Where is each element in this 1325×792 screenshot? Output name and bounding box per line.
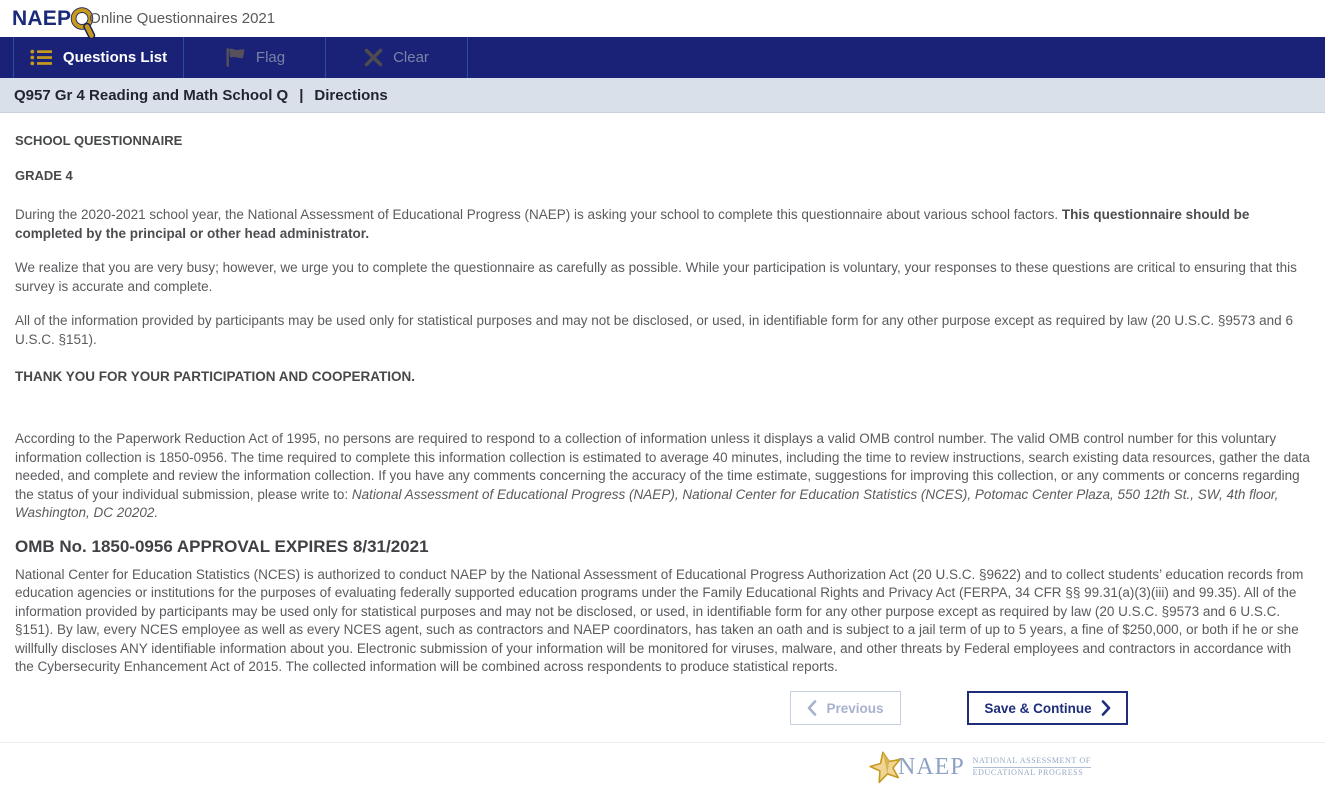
- breadcrumb-separator: |: [288, 87, 314, 104]
- footer-tagline-line2: EDUCATIONAL PROGRESS: [973, 768, 1091, 778]
- statistical-use-paragraph: All of the information provided by parti…: [15, 312, 1310, 349]
- toolbar-divider: [467, 37, 468, 78]
- breadcrumb-section: Directions: [314, 87, 387, 104]
- clear-x-icon: [364, 48, 383, 67]
- nces-authorization-paragraph: National Center for Education Statistics…: [15, 566, 1310, 677]
- footer-tagline-line1: NATIONAL ASSESSMENT OF: [973, 756, 1091, 768]
- footer-tagline: NATIONAL ASSESSMENT OF EDUCATIONAL PROGR…: [973, 756, 1091, 778]
- naep-footer-logo: NAEP NATIONAL ASSESSMENT OF EDUCATIONAL …: [868, 750, 1091, 784]
- questions-list-label: Questions List: [63, 49, 167, 66]
- flag-label: Flag: [256, 49, 285, 66]
- omb-approval-heading: OMB No. 1850-0956 APPROVAL EXPIRES 8/31/…: [15, 537, 1310, 557]
- paperwork-reduction-paragraph: According to the Paperwork Reduction Act…: [15, 430, 1310, 523]
- save-continue-button-label: Save & Continue: [984, 701, 1091, 716]
- navigation-buttons-row: Previous Save & Continue: [0, 691, 1325, 725]
- clear-button[interactable]: Clear: [326, 37, 467, 78]
- main-toolbar: Questions List Flag Clear: [0, 37, 1325, 78]
- naep-logo-text: NAEP: [12, 7, 71, 31]
- thank-you-heading: THANK YOU FOR YOUR PARTICIPATION AND COO…: [15, 369, 1310, 385]
- previous-button-label: Previous: [826, 701, 883, 716]
- previous-button[interactable]: Previous: [790, 691, 901, 725]
- clear-label: Clear: [393, 49, 429, 66]
- questions-list-button[interactable]: Questions List: [14, 37, 183, 78]
- busy-paragraph: We realize that you are very busy; howev…: [15, 259, 1310, 296]
- chevron-left-icon: [807, 700, 817, 716]
- top-header-bar: NAEP Online Questionnaires 2021: [0, 0, 1325, 37]
- intro-paragraph: During the 2020-2021 school year, the Na…: [15, 206, 1310, 243]
- grade-heading: GRADE 4: [15, 169, 1310, 183]
- questionnaire-title: Q957 Gr 4 Reading and Math School Q: [14, 87, 288, 104]
- flag-button[interactable]: Flag: [184, 37, 325, 78]
- chevron-right-icon: [1101, 700, 1111, 716]
- flag-icon: [224, 47, 246, 68]
- breadcrumb: Q957 Gr 4 Reading and Math School Q | Di…: [0, 78, 1325, 113]
- school-questionnaire-heading: SCHOOL QUESTIONNAIRE: [15, 134, 1310, 148]
- directions-page-content: SCHOOL QUESTIONNAIRE GRADE 4 During the …: [0, 113, 1325, 742]
- footer-naep-text: NAEP: [898, 754, 965, 781]
- list-icon: [30, 49, 53, 66]
- save-continue-button[interactable]: Save & Continue: [967, 691, 1128, 725]
- page-footer: NAEP NATIONAL ASSESSMENT OF EDUCATIONAL …: [0, 742, 1325, 792]
- app-subtitle: Online Questionnaires 2021: [89, 10, 275, 27]
